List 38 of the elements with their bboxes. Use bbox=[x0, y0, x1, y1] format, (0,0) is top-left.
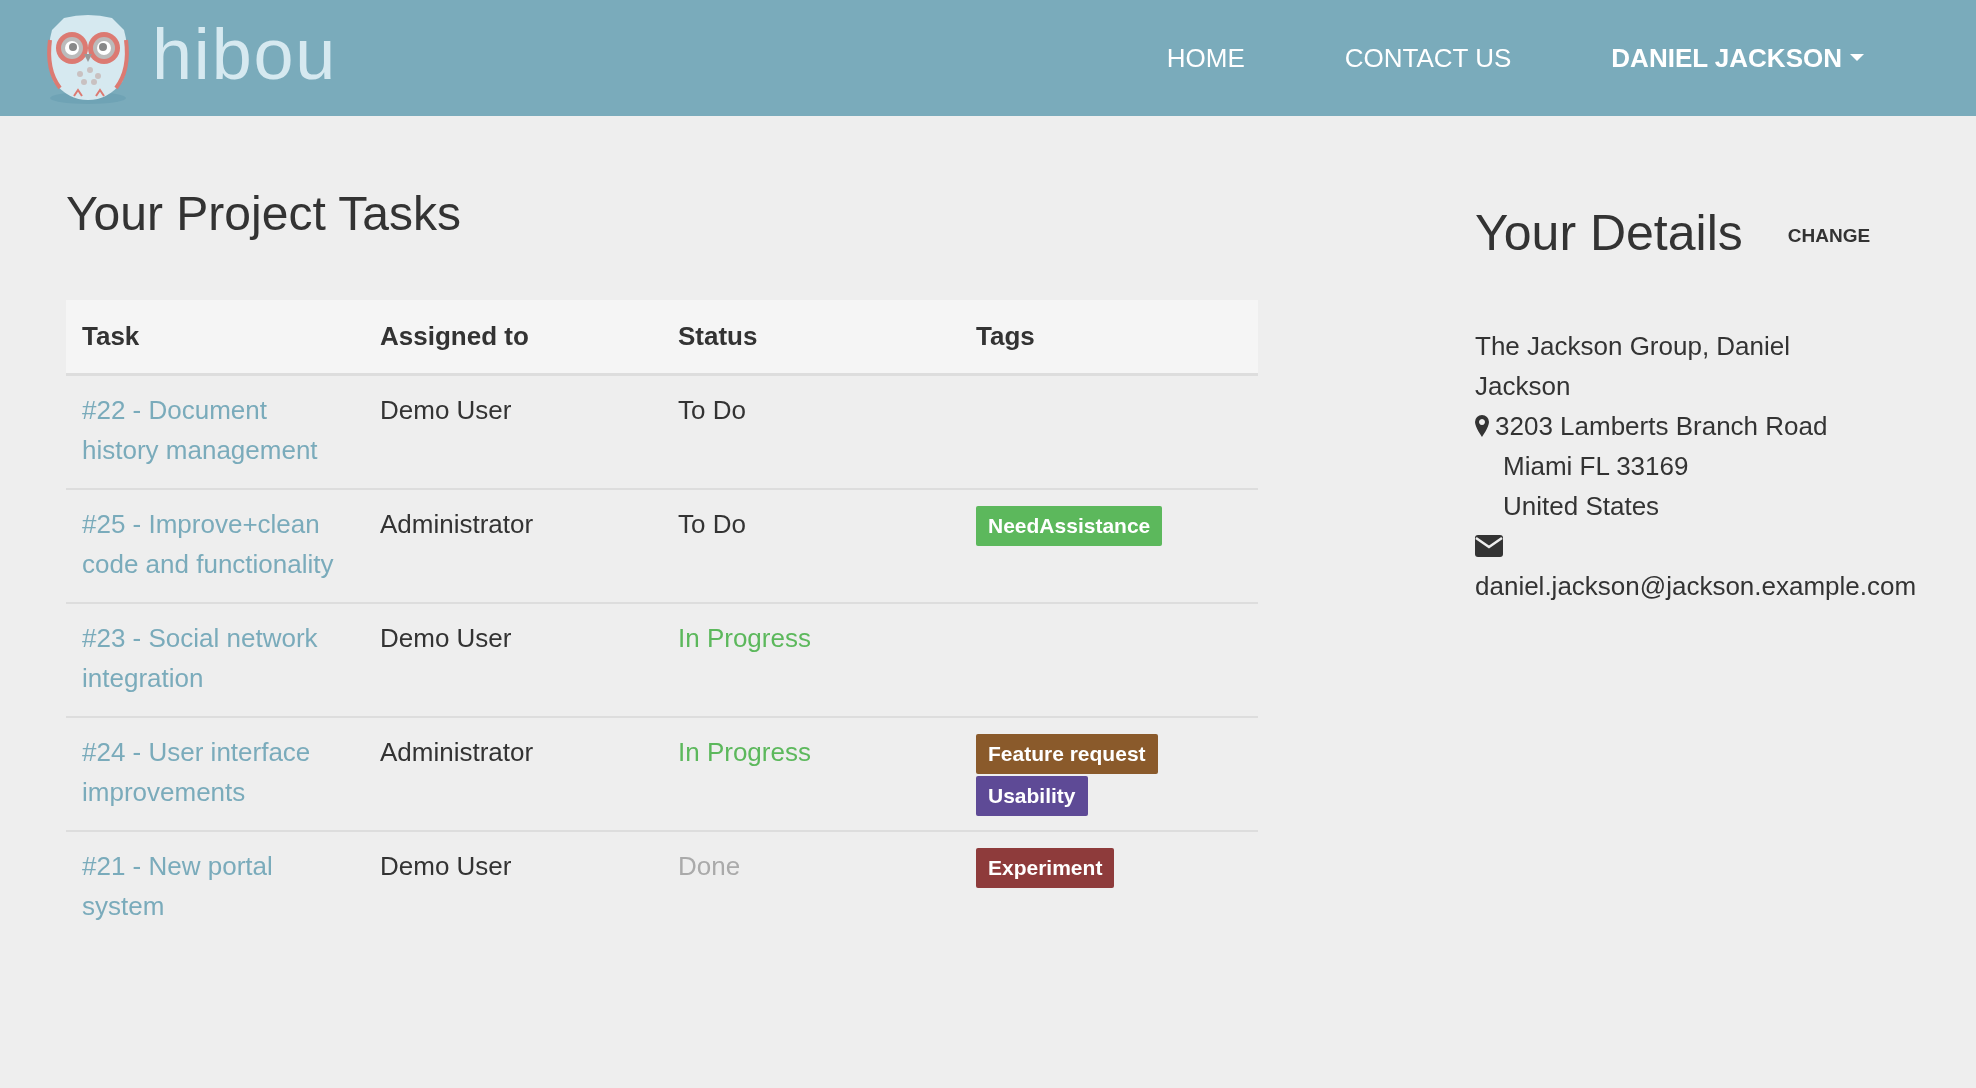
task-link[interactable]: #22 - Document history management bbox=[82, 389, 344, 470]
column-header: Assigned to bbox=[364, 300, 662, 374]
assignee-cell: Administrator bbox=[364, 488, 662, 603]
tag-badge: Usability bbox=[976, 775, 1088, 816]
column-header: Tags bbox=[960, 300, 1258, 374]
status-cell: To Do bbox=[662, 488, 960, 603]
column-header: Task bbox=[66, 300, 364, 374]
caret-icon bbox=[1850, 54, 1864, 62]
address-line: Miami FL 33169 bbox=[1502, 450, 1690, 483]
task-link[interactable]: #24 - User interface improvements bbox=[82, 731, 344, 812]
tag-badge: Experiment bbox=[976, 847, 1115, 888]
nav-link[interactable]: CONTACT US bbox=[1344, 38, 1512, 78]
user-menu[interactable]: DANIEL JACKSON bbox=[1611, 38, 1864, 78]
change-link[interactable]: CHANGE bbox=[1787, 216, 1871, 256]
tag-badge: NeedAssistance bbox=[976, 505, 1163, 546]
column-header: Status bbox=[662, 300, 960, 374]
nav-link[interactable]: HOME bbox=[1166, 38, 1245, 78]
task-link[interactable]: #25 - Improve+clean code and functionality bbox=[82, 503, 344, 584]
address-line: 3203 Lamberts Branch Road bbox=[1495, 410, 1828, 443]
status-cell: In Progress bbox=[662, 716, 960, 831]
assignee-cell: Administrator bbox=[364, 716, 662, 831]
status-cell: Done bbox=[662, 830, 960, 944]
task-link[interactable]: #21 - New portal system bbox=[82, 845, 344, 926]
customer-name: The Jackson Group, Daniel Jackson bbox=[1475, 330, 1792, 403]
map-pin-icon bbox=[1475, 415, 1489, 437]
email-address: daniel.jackson@jackson.example.com bbox=[1475, 570, 1917, 603]
status-cell: In Progress bbox=[662, 602, 960, 717]
assignee-cell: Demo User bbox=[364, 374, 662, 489]
task-link[interactable]: #23 - Social network integration bbox=[82, 617, 344, 698]
address-line: United States bbox=[1502, 490, 1661, 523]
tag-badge: Feature request bbox=[976, 733, 1158, 774]
details-title: Your Details bbox=[1475, 208, 1743, 258]
envelope-icon bbox=[1475, 535, 1503, 557]
assignee-cell: Demo User bbox=[364, 602, 662, 717]
page-title: Your Project Tasks bbox=[66, 190, 462, 238]
status-cell: To Do bbox=[662, 374, 960, 489]
assignee-cell: Demo User bbox=[364, 830, 662, 944]
logo-text[interactable]: hibou bbox=[152, 18, 338, 90]
